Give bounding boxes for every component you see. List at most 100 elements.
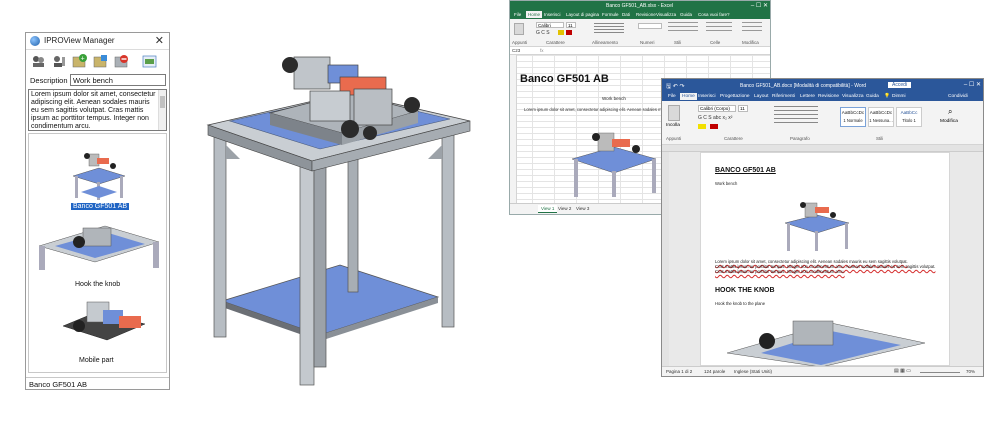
view-item-label[interactable]: Mobile part bbox=[79, 357, 114, 364]
zoom-slider[interactable] bbox=[920, 372, 960, 373]
status-page-count[interactable]: Pagina 1 di 2 bbox=[666, 369, 692, 374]
fill-color-icon[interactable] bbox=[558, 30, 564, 35]
word-font-name[interactable]: Calibri (Corpo) bbox=[698, 105, 736, 112]
editing-button[interactable]: Modifica bbox=[940, 119, 958, 124]
word-tab[interactable]: Guida bbox=[866, 94, 879, 99]
word-tab[interactable]: Lettere bbox=[800, 94, 815, 99]
word-tab[interactable]: Progettazione bbox=[720, 94, 750, 99]
paste-icon[interactable] bbox=[668, 105, 680, 121]
sheet-tab[interactable]: View 3 bbox=[576, 206, 589, 211]
fx-icon: fx bbox=[540, 48, 544, 53]
view-list[interactable]: Banco GF501 AB Hook the knob Mobile part bbox=[28, 133, 167, 373]
number-format-select[interactable] bbox=[638, 23, 662, 29]
window-controls-icon[interactable]: – ☐ ✕ bbox=[964, 81, 981, 88]
ribbon-group-label: Paragrafo bbox=[790, 136, 810, 141]
document-page[interactable]: BANCO GF501 AB Work bench Lorem ipsum do… bbox=[700, 152, 950, 367]
word-tab[interactable]: Layout bbox=[754, 94, 768, 99]
vertical-ruler bbox=[662, 152, 669, 366]
share-button[interactable]: Condividi bbox=[948, 94, 968, 99]
status-word-count[interactable]: 124 parole bbox=[704, 369, 725, 374]
word-tab[interactable]: Inserisci bbox=[698, 94, 716, 99]
word-font-size[interactable]: 11 bbox=[738, 105, 748, 112]
view-mode-icons[interactable]: ▤ ▦ ▭ bbox=[894, 368, 911, 374]
paste-icon[interactable] bbox=[514, 23, 524, 35]
person-list-icon[interactable] bbox=[50, 53, 67, 70]
style-heading1[interactable]: AaBbCc Titolo 1 bbox=[896, 107, 922, 127]
excel-tab[interactable]: File bbox=[514, 12, 521, 17]
search-icon[interactable]: ⌕ bbox=[948, 107, 952, 117]
excel-tab[interactable]: Inserisci bbox=[544, 12, 561, 17]
word-tab[interactable]: Riferimenti bbox=[772, 94, 795, 99]
description-input[interactable]: Work bench bbox=[70, 74, 166, 86]
word-tab[interactable]: Visualizza bbox=[842, 94, 864, 99]
conditional-format-icon[interactable] bbox=[668, 22, 698, 34]
view-thumbnail-bench[interactable] bbox=[67, 138, 131, 202]
excel-tab[interactable]: Dati bbox=[622, 12, 630, 17]
bold-italic-underline-icon[interactable]: G C S bbox=[536, 30, 550, 36]
work-bench-illustration bbox=[206, 56, 471, 386]
manager-status-bar: Banco GF501 AB bbox=[26, 377, 169, 389]
description-label: Description bbox=[30, 76, 68, 85]
excel-tab[interactable]: Guida bbox=[680, 12, 692, 17]
excel-title-bar: Banco GF501_AB.xlsx - Excel – ☐ ✕ bbox=[510, 1, 770, 11]
alignment-icon[interactable] bbox=[594, 23, 624, 35]
ribbon-group-label: Appunti bbox=[512, 40, 528, 45]
style-no-spacing[interactable]: AaBbCcDc 1 Nessuna... bbox=[868, 107, 894, 127]
zoom-level[interactable]: 70% bbox=[966, 369, 975, 374]
style-sample: AaBbCcDc bbox=[841, 110, 865, 115]
name-box[interactable]: C23 bbox=[512, 48, 520, 53]
excel-font-name[interactable]: Calibri bbox=[536, 22, 564, 28]
excel-tab[interactable]: Cosa vuoi fare? bbox=[698, 12, 730, 17]
excel-tab-home[interactable]: Home bbox=[526, 11, 543, 18]
view-thumbnail-mobile[interactable] bbox=[57, 292, 153, 348]
word-tab[interactable]: File bbox=[668, 94, 676, 99]
font-color-icon[interactable] bbox=[566, 30, 572, 35]
style-sample: AaBbCcDc bbox=[869, 110, 893, 115]
excel-font-size[interactable]: 11 bbox=[566, 22, 576, 28]
ribbon-group-label: Allineamento bbox=[592, 40, 619, 45]
word-tab[interactable]: Dimmi bbox=[892, 94, 906, 99]
ribbon-group-label: Numeri bbox=[640, 40, 655, 45]
style-name: 1 Normale bbox=[843, 118, 863, 123]
view-item-label[interactable]: Hook the knob bbox=[75, 281, 120, 288]
word-title: Banco GF501_AB.docx [Modalità di compati… bbox=[740, 83, 867, 89]
ribbon-group-label: Celle bbox=[710, 40, 721, 45]
word-tab-home[interactable]: Home bbox=[680, 93, 697, 100]
cells-icon[interactable] bbox=[706, 22, 732, 34]
edit-view-icon[interactable] bbox=[92, 53, 109, 70]
excel-tab[interactable]: Layout di pagina bbox=[566, 12, 599, 17]
view-item-label[interactable]: Banco GF501 AB bbox=[71, 203, 130, 210]
excel-tab[interactable]: Formule bbox=[602, 12, 619, 17]
view-thumbnail-hook[interactable] bbox=[35, 220, 163, 272]
bold-italic-underline-icon[interactable]: G C S abc x₂ x² bbox=[698, 115, 732, 121]
excel-title: Banco GF501_AB.xlsx - Excel bbox=[606, 3, 673, 9]
sheet-tab[interactable]: View 2 bbox=[558, 206, 571, 211]
excel-heading: Banco GF501 AB bbox=[520, 73, 609, 85]
export-icon[interactable] bbox=[141, 53, 158, 70]
paste-label[interactable]: Incolla bbox=[666, 123, 680, 128]
quick-access-icon[interactable]: 🖫 ↶ ↷ bbox=[666, 82, 685, 92]
ribbon-group-label: Carattere bbox=[724, 136, 743, 141]
close-icon[interactable]: ✕ bbox=[155, 34, 164, 47]
editing-icon[interactable] bbox=[742, 22, 762, 34]
excel-tab[interactable]: Revisione bbox=[636, 12, 656, 17]
excel-tab[interactable]: Visualizza bbox=[656, 12, 676, 17]
manager-title: IPROView Manager bbox=[44, 36, 115, 45]
add-view-icon[interactable]: + bbox=[71, 53, 88, 70]
notes-textarea[interactable]: Lorem ipsum dolor sit amet, consectetur … bbox=[28, 89, 167, 131]
sign-in-button[interactable]: Accedi bbox=[888, 82, 912, 88]
status-language[interactable]: Inglese (Stati Uniti) bbox=[734, 369, 772, 374]
delete-view-icon[interactable] bbox=[113, 53, 130, 70]
paragraph-icon[interactable] bbox=[774, 106, 818, 126]
word-status-bar: Pagina 1 di 2 124 parole Inglese (Stati … bbox=[662, 366, 983, 376]
row-headers bbox=[510, 55, 517, 203]
style-normal[interactable]: AaBbCcDc 1 Normale bbox=[840, 107, 866, 127]
notes-scrollbar[interactable] bbox=[158, 90, 166, 130]
sheet-tab-active[interactable]: View 1 bbox=[538, 205, 558, 213]
highlight-color-icon[interactable] bbox=[698, 124, 706, 129]
people-icon[interactable] bbox=[30, 53, 47, 70]
font-color-icon[interactable] bbox=[710, 124, 718, 129]
word-tab[interactable]: Revisione bbox=[818, 94, 839, 99]
formula-bar[interactable]: C23 fx bbox=[510, 47, 770, 55]
window-controls-icon[interactable]: – ☐ ✕ bbox=[751, 2, 768, 9]
